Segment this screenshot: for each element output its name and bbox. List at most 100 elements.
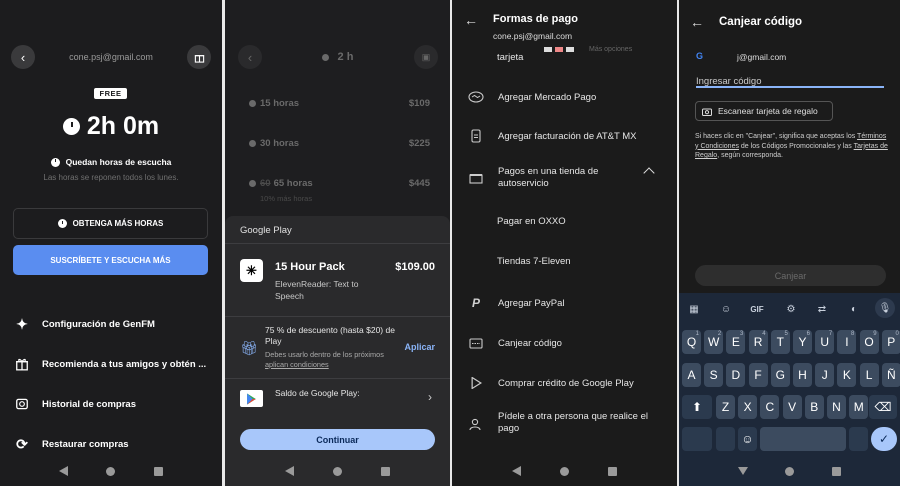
plan-note: 10% más horas [260, 194, 313, 203]
plan-row[interactable]: 15 horas $109 [249, 98, 430, 109]
backspace-key[interactable]: ⌫ [869, 395, 897, 419]
gift-icon: ▣ [421, 51, 431, 62]
nav-recents-icon[interactable] [381, 466, 391, 476]
keyboard-hide-icon[interactable] [737, 467, 748, 475]
key-u[interactable]: U7 [815, 330, 835, 354]
sticker-icon[interactable]: ☺ [718, 302, 734, 316]
plan-row[interactable]: 30 horas $225 [249, 138, 430, 149]
key-s[interactable]: S [704, 363, 724, 387]
menu-item-history[interactable]: Historial de compras [14, 396, 136, 412]
continue-button[interactable]: Continuar [240, 429, 435, 450]
nav-home-icon[interactable] [332, 466, 342, 476]
microphone-icon[interactable]: 🎙︎ [875, 298, 895, 318]
payment-item-oxxo[interactable]: Pagar en OXXO [497, 216, 566, 227]
key-c[interactable]: C [760, 395, 780, 419]
comma-key[interactable] [716, 427, 735, 451]
gear-icon[interactable]: ⚙ [783, 302, 799, 316]
code-input[interactable]: Ingresar código [696, 71, 884, 88]
key-z[interactable]: Z [716, 395, 735, 419]
payment-item-redeem[interactable]: Canjear código [468, 335, 667, 351]
key-hint: 8 [851, 331, 855, 337]
key-p[interactable]: P0 [881, 330, 900, 354]
space-key[interactable] [760, 427, 846, 451]
menu-item-refer[interactable]: Recomienda a tus amigos y obtén ... [14, 356, 206, 372]
nav-back-icon[interactable] [284, 466, 294, 476]
symbols-key[interactable] [682, 427, 712, 451]
plan-hours: 15 horas [260, 98, 300, 109]
key-w[interactable]: W2 [704, 330, 724, 354]
period-key[interactable] [849, 427, 868, 451]
translate-icon[interactable]: ⇄ [814, 302, 830, 316]
nav-recents-icon[interactable] [832, 466, 842, 476]
nav-recents-icon[interactable] [153, 466, 163, 476]
payment-item-paypal[interactable]: P Agregar PayPal [468, 295, 667, 311]
palette-icon[interactable]: ◐ [846, 302, 862, 316]
key-l[interactable]: L [859, 363, 879, 387]
key-i[interactable]: I8 [837, 330, 857, 354]
payment-item-store[interactable]: Pagos en una tienda de autoservicio [468, 166, 667, 190]
promo-conditions-link[interactable]: aplican condiciones [265, 360, 329, 369]
key-f[interactable]: F [748, 363, 768, 387]
subscribe-button[interactable]: SUSCRÍBETE Y ESCUCHA MÁS [13, 245, 208, 275]
plan-hours: 30 horas [260, 138, 300, 149]
partial-item-label[interactable]: tarjeta [497, 52, 523, 63]
back-arrow-icon[interactable]: ← [464, 12, 478, 28]
nav-back-icon[interactable] [511, 466, 521, 476]
key-o[interactable]: O9 [859, 330, 879, 354]
gift-button[interactable]: ▣ [414, 45, 438, 69]
scan-gift-card-button[interactable]: Escanear tarjeta de regalo [695, 101, 833, 121]
nav-home-icon[interactable] [785, 466, 795, 476]
key-m[interactable]: M [849, 395, 869, 419]
nav-home-icon[interactable] [559, 466, 569, 476]
enter-key[interactable]: ✓ [871, 427, 897, 451]
menu-label: Configuración de GenFM [42, 318, 155, 330]
clock-icon [249, 179, 256, 187]
key-k[interactable]: K [837, 363, 857, 387]
divider [225, 243, 450, 244]
plan-row[interactable]: 60 65 horas $445 [249, 178, 430, 189]
back-arrow-icon[interactable]: ← [690, 14, 704, 30]
key-q[interactable]: Q1 [682, 330, 701, 354]
menu-item-restore[interactable]: ⟳ Restaurar compras [14, 436, 128, 452]
key-v[interactable]: V [782, 395, 802, 419]
key-n[interactable]: N [827, 395, 846, 419]
code-input-placeholder: Ingresar código [696, 76, 762, 87]
emoji-key[interactable]: ☺ [738, 427, 757, 451]
key-a[interactable]: A [682, 363, 701, 387]
key-b[interactable]: B [804, 395, 824, 419]
key-r[interactable]: R4 [748, 330, 768, 354]
key-d[interactable]: D [726, 363, 746, 387]
nav-home-icon[interactable] [106, 466, 116, 476]
terms-text: Si haces clic en "Canjear", significa qu… [695, 132, 890, 161]
redeem-button[interactable]: Canjear [695, 265, 886, 286]
key-x[interactable]: X [738, 395, 758, 419]
payment-item-play-credit[interactable]: Comprar crédito de Google Play [468, 375, 667, 391]
key-j[interactable]: J [815, 363, 835, 387]
nav-back-icon[interactable] [59, 466, 69, 476]
shift-key[interactable]: ⬆ [682, 395, 712, 419]
gif-button[interactable]: GIF [749, 302, 765, 316]
menu-label: Recomienda a tus amigos y obtén ... [42, 358, 207, 370]
payment-item-ask-someone[interactable]: Pídele a otra persona que realice el pag… [468, 411, 667, 435]
gift-button[interactable] [187, 45, 211, 69]
key-hint: 6 [806, 331, 810, 337]
chevron-right-icon[interactable]: › [428, 390, 432, 404]
menu-item-genfm[interactable]: ✦ Configuración de GenFM [14, 316, 155, 332]
payment-item-7eleven[interactable]: Tiendas 7-Eleven [497, 256, 571, 267]
more-options: Más opciones [589, 46, 633, 53]
payment-item-mercado-pago[interactable]: Agregar Mercado Pago [468, 89, 667, 105]
clock-icon [249, 139, 256, 147]
key-e[interactable]: E3 [726, 330, 746, 354]
key-y[interactable]: Y6 [793, 330, 812, 354]
key-h[interactable]: H [793, 363, 812, 387]
key-g[interactable]: G [770, 363, 790, 387]
key-t[interactable]: T5 [770, 330, 790, 354]
nav-recents-icon[interactable] [608, 466, 618, 476]
key-ñ[interactable]: Ñ [881, 363, 900, 387]
get-more-hours-button[interactable]: OBTENGA MÁS HORAS [13, 208, 208, 239]
key-hint: 7 [828, 331, 833, 337]
apply-button[interactable]: Aplicar [404, 342, 435, 352]
apps-grid-icon[interactable]: ▦ [686, 302, 702, 316]
menu-label: Historial de compras [42, 398, 136, 410]
payment-item-att[interactable]: Agregar facturación de AT&T MX [468, 128, 667, 144]
